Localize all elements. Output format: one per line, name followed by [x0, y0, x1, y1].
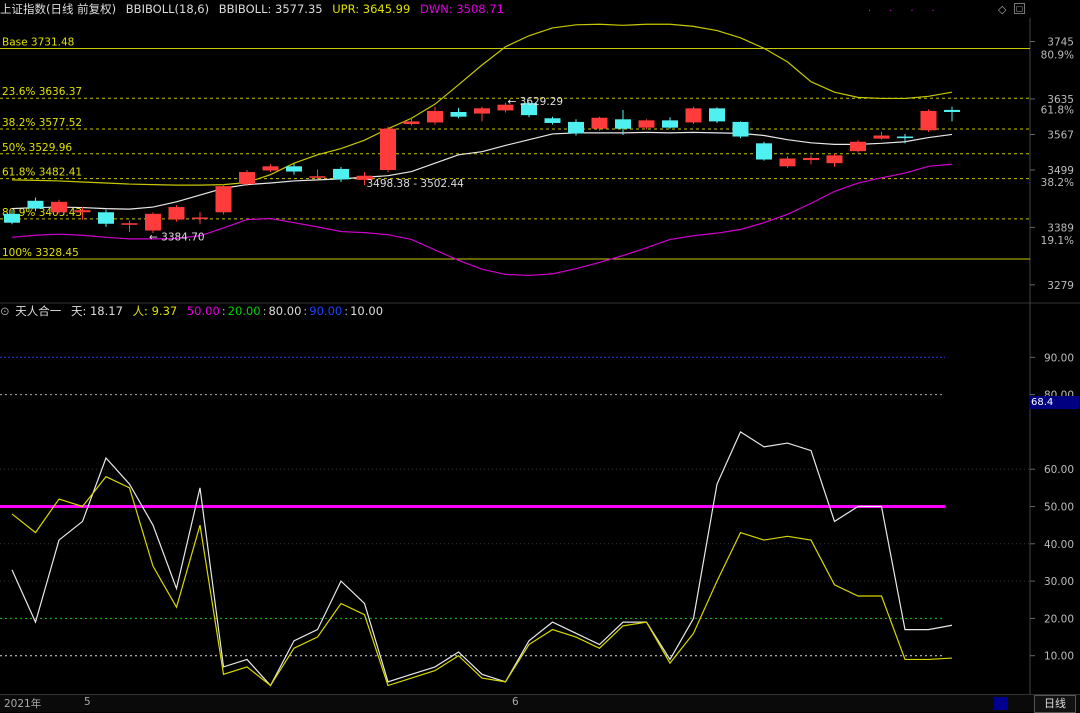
candle [74, 210, 91, 213]
osc-tick-label: 20.00 [1044, 613, 1074, 625]
chart-stage: Base 3731.48 23.6% 3636.37 38.2% 3577.52 50… [0, 18, 1080, 694]
candle [685, 108, 702, 123]
candle [756, 143, 772, 160]
month-label-6: 6 [512, 696, 519, 708]
candle [850, 141, 866, 152]
candle [615, 119, 631, 129]
main-chart-candles: ← 3384.70 ← 3629.29 3498.38 - 3502.44 [4, 96, 960, 244]
osc-tick-label: 40.00 [1044, 539, 1074, 551]
price-tick-label: 3567 [1047, 129, 1074, 141]
pct-tick-label: 38.2% [1041, 177, 1074, 189]
range-annotation: 3498.38 - 3502.44 [367, 178, 465, 190]
candle [873, 135, 890, 139]
candle [4, 213, 20, 223]
current-osc-value-tag: 68.4 [1029, 396, 1079, 409]
candle [333, 168, 349, 180]
bbiboll-value: BBIBOLL: 3577.35 [218, 2, 323, 16]
month-label-5: 5 [84, 696, 91, 708]
upr-value: UPR: 3645.99 [332, 2, 411, 16]
candle [168, 207, 185, 220]
candle [779, 158, 796, 167]
index-title: 上证指数(日线 前复权) [0, 2, 117, 16]
candle [591, 117, 608, 129]
year-label: 2021年 [4, 698, 42, 710]
fib-label: 50% 3529.96 [2, 142, 72, 154]
price-tick-label: 3745 [1047, 37, 1074, 49]
tian-value: 天: 18.17 [70, 304, 123, 318]
candle [544, 118, 561, 123]
candle [474, 108, 490, 114]
candle [192, 217, 208, 219]
candle [709, 108, 725, 122]
dwn-value: DWN: 3508.71 [419, 2, 504, 16]
diamond-icon[interactable]: ◇ [998, 3, 1006, 16]
candle [427, 110, 443, 123]
collapse-icon[interactable]: ⊙ [0, 304, 10, 318]
price-tick-label: 3279 [1047, 280, 1074, 292]
period-button[interactable]: 日线 [1034, 695, 1076, 713]
osc-tick-label: 30.00 [1044, 576, 1074, 588]
candle [638, 120, 655, 128]
candle [450, 112, 467, 117]
indicator-name[interactable]: BBIBOLL(18,6) [126, 2, 209, 16]
candle [239, 172, 255, 185]
candle [309, 176, 326, 178]
fib-label: 38.2% 3577.52 [2, 117, 82, 129]
osc-title[interactable]: 天人合一 [15, 304, 61, 318]
price-axis: 37453635356734993389327980.9%61.8%38.2%1… [1030, 37, 1074, 292]
candle [380, 128, 396, 170]
level-80: 80.00 [268, 304, 302, 318]
fib-label: 100% 3328.45 [2, 247, 79, 259]
fib-label: 23.6% 3636.37 [2, 86, 82, 98]
osc-tick-label: 10.00 [1044, 651, 1074, 663]
level-10: 10.00 [350, 304, 384, 318]
time-axis: 2021年 5 6 日线 [0, 694, 1080, 713]
osc-tick-label: 50.00 [1044, 502, 1074, 514]
price-tick-label: 3499 [1047, 165, 1074, 177]
candle [826, 155, 843, 164]
candle [27, 200, 44, 209]
bbiboll-line [11, 131, 953, 210]
fib-label: 61.8% 3482.41 [2, 167, 82, 179]
candle [403, 121, 420, 125]
ren-value: 人: 9.37 [132, 304, 178, 318]
osc-chart-header: ⊙ 天人合一 天: 18.17 人: 9.37 50.00:20.00:80.0… [0, 304, 384, 318]
fib-label: Base 3731.48 [2, 37, 74, 49]
dot-markers-icon: ···· [868, 6, 953, 17]
candle [121, 223, 138, 225]
osc-tick-label: 90.00 [1044, 352, 1074, 364]
candle [286, 166, 302, 172]
candle [920, 110, 937, 131]
osc-tick-label: 60.00 [1044, 464, 1074, 476]
candle [51, 201, 67, 213]
level-50: 50.00 [186, 304, 220, 318]
candle [98, 212, 114, 224]
osc-chart-lines [11, 431, 953, 687]
level-20: 20.00 [227, 304, 261, 318]
pct-tick-label: 19.1% [1041, 235, 1074, 247]
candle [944, 109, 960, 112]
main-chart-header: 上证指数(日线 前复权) BBIBOLL(18,6) BBIBOLL: 3577… [0, 0, 510, 18]
price-tick-label: 3389 [1047, 222, 1074, 234]
low-annotation: ← 3384.70 [149, 232, 205, 244]
candle [262, 166, 279, 171]
candle [897, 136, 913, 139]
candle [732, 121, 749, 137]
candle [803, 157, 819, 161]
candle [215, 186, 232, 213]
candle [662, 120, 678, 128]
pct-tick-label: 80.9% [1041, 50, 1074, 62]
level-90: 90.00 [309, 304, 343, 318]
high-annotation: ← 3629.29 [508, 96, 564, 108]
candle [568, 121, 584, 134]
pct-tick-label: 61.8% [1041, 104, 1074, 116]
osc-series-line [11, 431, 953, 687]
window-toggle-icon[interactable]: ▢ [1014, 3, 1025, 14]
scroll-thumb[interactable] [994, 697, 1008, 710]
candle [145, 213, 161, 231]
